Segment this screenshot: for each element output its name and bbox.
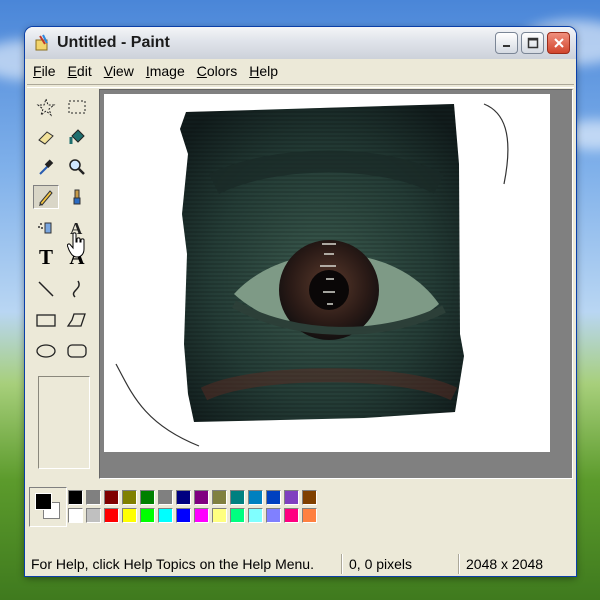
title-bar[interactable]: Untitled - Paint [25,27,576,59]
status-divider [341,554,343,574]
tool-pick-color[interactable] [33,155,59,179]
line-icon [38,281,54,297]
menu-file[interactable]: File [27,63,62,79]
palette-swatch[interactable] [140,490,155,505]
tool-eraser[interactable] [33,125,59,149]
palette-swatch[interactable] [230,490,245,505]
status-cursor-position: 0, 0 pixels [349,556,413,572]
tool-text[interactable]: A [64,215,90,239]
tool-fill[interactable] [64,125,90,149]
palette-swatch[interactable] [104,508,119,523]
palette-swatch[interactable] [266,490,281,505]
palette-swatch[interactable] [212,508,227,523]
ellipse-icon [36,344,56,358]
window-title: Untitled - Paint [57,34,170,51]
palette-swatch[interactable] [194,490,209,505]
palette-swatch[interactable] [140,508,155,523]
tool-options-panel[interactable] [38,376,90,469]
eraser-icon [38,131,54,145]
palette-swatch[interactable] [86,508,101,523]
palette-swatch[interactable] [284,490,299,505]
paint-app-icon [35,34,48,51]
palette-swatch[interactable] [302,508,317,523]
airbrush-icon [38,222,52,234]
menu-view[interactable]: View [98,63,140,79]
palette-swatch[interactable] [176,508,191,523]
tool-polygon[interactable] [64,308,90,332]
palette-swatch[interactable] [104,490,119,505]
dashed-rect-icon [68,100,86,114]
tool-pencil[interactable] [33,185,59,209]
text-t-icon: T [38,244,53,269]
palette-swatch[interactable] [212,490,227,505]
palette-swatch[interactable] [158,508,173,523]
toolbox: A T A [29,89,96,473]
close-icon [553,38,564,48]
drawing-canvas[interactable] [104,94,550,452]
color-palette [29,487,349,533]
palette-swatch[interactable] [122,508,137,523]
foreground-color-swatch[interactable] [35,493,52,510]
menu-separator [27,84,574,88]
palette-swatch[interactable] [68,490,83,505]
tool-line[interactable] [33,277,59,301]
curve-icon [72,280,80,298]
text-a-serif-icon: A [69,244,85,269]
magnifier-icon [69,159,85,175]
palette-swatch[interactable] [284,508,299,523]
menu-help[interactable]: Help [243,63,284,79]
status-bar: For Help, click Help Topics on the Help … [25,552,576,576]
palette-swatch[interactable] [68,508,83,523]
current-colors[interactable] [29,487,67,527]
tool-airbrush[interactable] [33,215,59,239]
palette-swatch[interactable] [230,508,245,523]
paint-bucket-icon [69,129,85,144]
tool-ellipse[interactable] [33,339,59,363]
palette-swatch[interactable] [86,490,101,505]
pencil-icon [39,190,53,206]
palette-swatch[interactable] [248,490,263,505]
rectangle-icon [36,314,56,327]
menu-colors[interactable]: Colors [191,63,243,79]
palette-swatch[interactable] [194,508,209,523]
menu-edit[interactable]: Edit [62,63,98,79]
svg-text:A: A [70,219,83,237]
status-help-text: For Help, click Help Topics on the Help … [31,556,314,572]
menu-bar: File Edit View Image Colors Help [27,60,574,82]
menu-image[interactable]: Image [140,63,191,79]
palette-swatch[interactable] [302,490,317,505]
palette-swatch[interactable] [248,508,263,523]
tool-text-serif[interactable]: A [64,245,90,269]
minimize-button[interactable] [495,32,518,54]
tool-text-bold[interactable]: T [33,245,59,269]
minimize-icon [502,45,510,47]
palette-swatch[interactable] [176,490,191,505]
tool-rect-select[interactable] [64,95,90,119]
close-button[interactable] [547,32,570,54]
status-image-size: 2048 x 2048 [466,556,544,572]
text-a-icon: A [70,219,83,237]
maximize-button[interactable] [521,32,544,54]
tool-free-form-select[interactable] [33,95,59,119]
tool-magnifier[interactable] [64,155,90,179]
painted-eye-image [115,103,509,447]
star-select-icon [36,97,56,117]
status-divider [458,554,460,574]
polygon-icon [66,313,86,327]
tool-brush[interactable] [64,185,90,209]
eyedropper-icon [39,159,54,175]
tool-curve[interactable] [64,277,90,301]
brush-icon [73,189,81,205]
canvas-area [99,89,573,479]
palette-swatch[interactable] [158,490,173,505]
maximize-icon [527,37,538,49]
tool-rectangle[interactable] [33,308,59,332]
palette-swatch[interactable] [122,490,137,505]
palette-swatch[interactable] [266,508,281,523]
rounded-rect-icon [67,344,87,358]
tool-rounded-rectangle[interactable] [64,339,90,363]
paint-window: Untitled - Paint File Edit View Image Co… [25,27,576,576]
